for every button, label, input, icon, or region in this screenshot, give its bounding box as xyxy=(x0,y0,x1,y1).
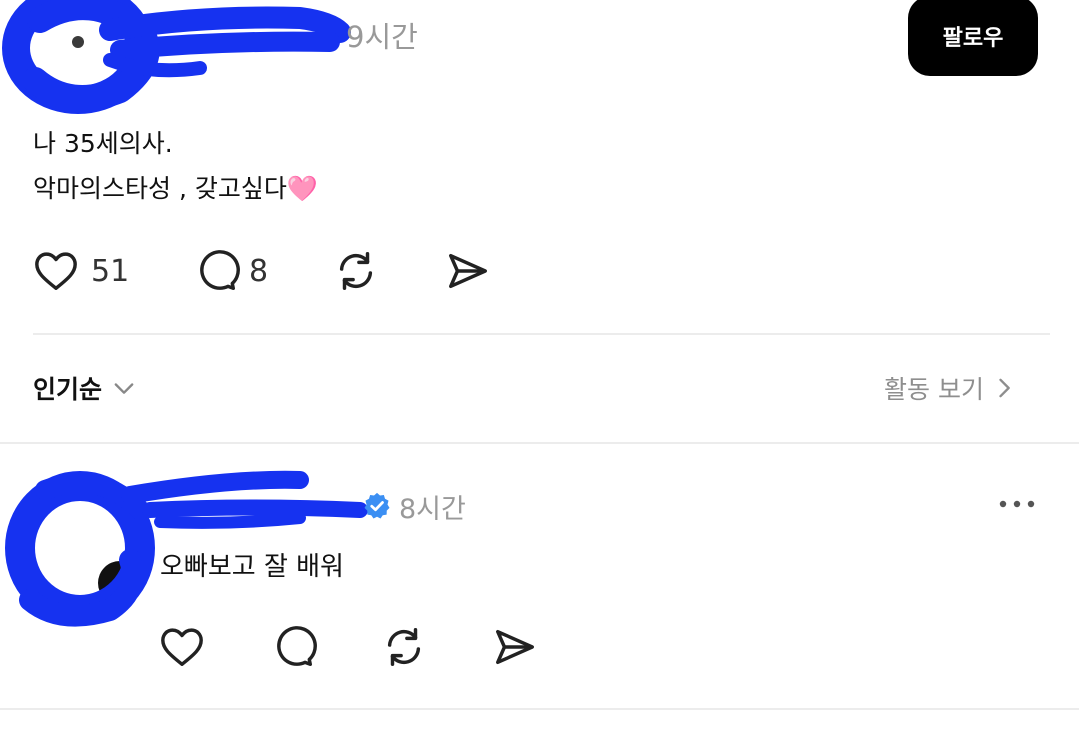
reply-comment-button[interactable] xyxy=(270,624,317,674)
chevron-down-icon xyxy=(114,383,134,394)
reply-divider xyxy=(0,708,1079,710)
repost-icon xyxy=(339,252,373,290)
like-count: 51 xyxy=(91,253,130,289)
heart-icon xyxy=(35,252,77,290)
reply-like-button[interactable] xyxy=(159,624,205,674)
verified-badge-icon xyxy=(364,492,390,519)
send-icon xyxy=(449,253,487,289)
reply-time: 8시간 xyxy=(399,494,466,525)
reply-more-options-button[interactable] xyxy=(997,492,1037,520)
post-time: 9시간 xyxy=(346,20,418,54)
post-divider xyxy=(33,333,1050,335)
follow-button[interactable]: 팔로우 xyxy=(908,0,1038,76)
reply-repost-button[interactable] xyxy=(381,624,427,674)
post-comment-button[interactable]: 8 xyxy=(193,248,268,294)
post-share-button[interactable] xyxy=(445,248,491,298)
heart-icon xyxy=(161,628,203,666)
comment-count: 8 xyxy=(249,253,269,289)
post-repost-button[interactable] xyxy=(333,248,379,298)
sort-label: 인기순 xyxy=(33,375,103,404)
send-icon xyxy=(496,629,534,665)
post-text-line-1: 나 35세의사. xyxy=(33,129,173,158)
section-divider xyxy=(0,442,1079,444)
view-activity-link[interactable]: 활동 보기 xyxy=(884,370,1018,406)
comment-bubble-icon xyxy=(200,250,240,290)
view-activity-label: 활동 보기 xyxy=(884,375,984,404)
post-like-button[interactable]: 51 xyxy=(33,248,129,294)
post-text-line-2-content: 악마의스타성 , 갖고싶다 xyxy=(33,174,287,203)
more-horizontal-icon xyxy=(999,500,1035,508)
comment-bubble-icon xyxy=(277,626,317,666)
chevron-right-icon xyxy=(999,378,1010,398)
repost-icon xyxy=(387,628,421,666)
post-text-line-2: 악마의스타성 , 갖고싶다🩷 xyxy=(33,172,318,206)
reply-text: 오빠보고 잘 배워 xyxy=(160,552,344,582)
reply-share-button[interactable] xyxy=(492,624,538,674)
sort-dropdown[interactable]: 인기순 xyxy=(33,370,138,406)
pink-heart-emoji: 🩷 xyxy=(286,174,318,203)
